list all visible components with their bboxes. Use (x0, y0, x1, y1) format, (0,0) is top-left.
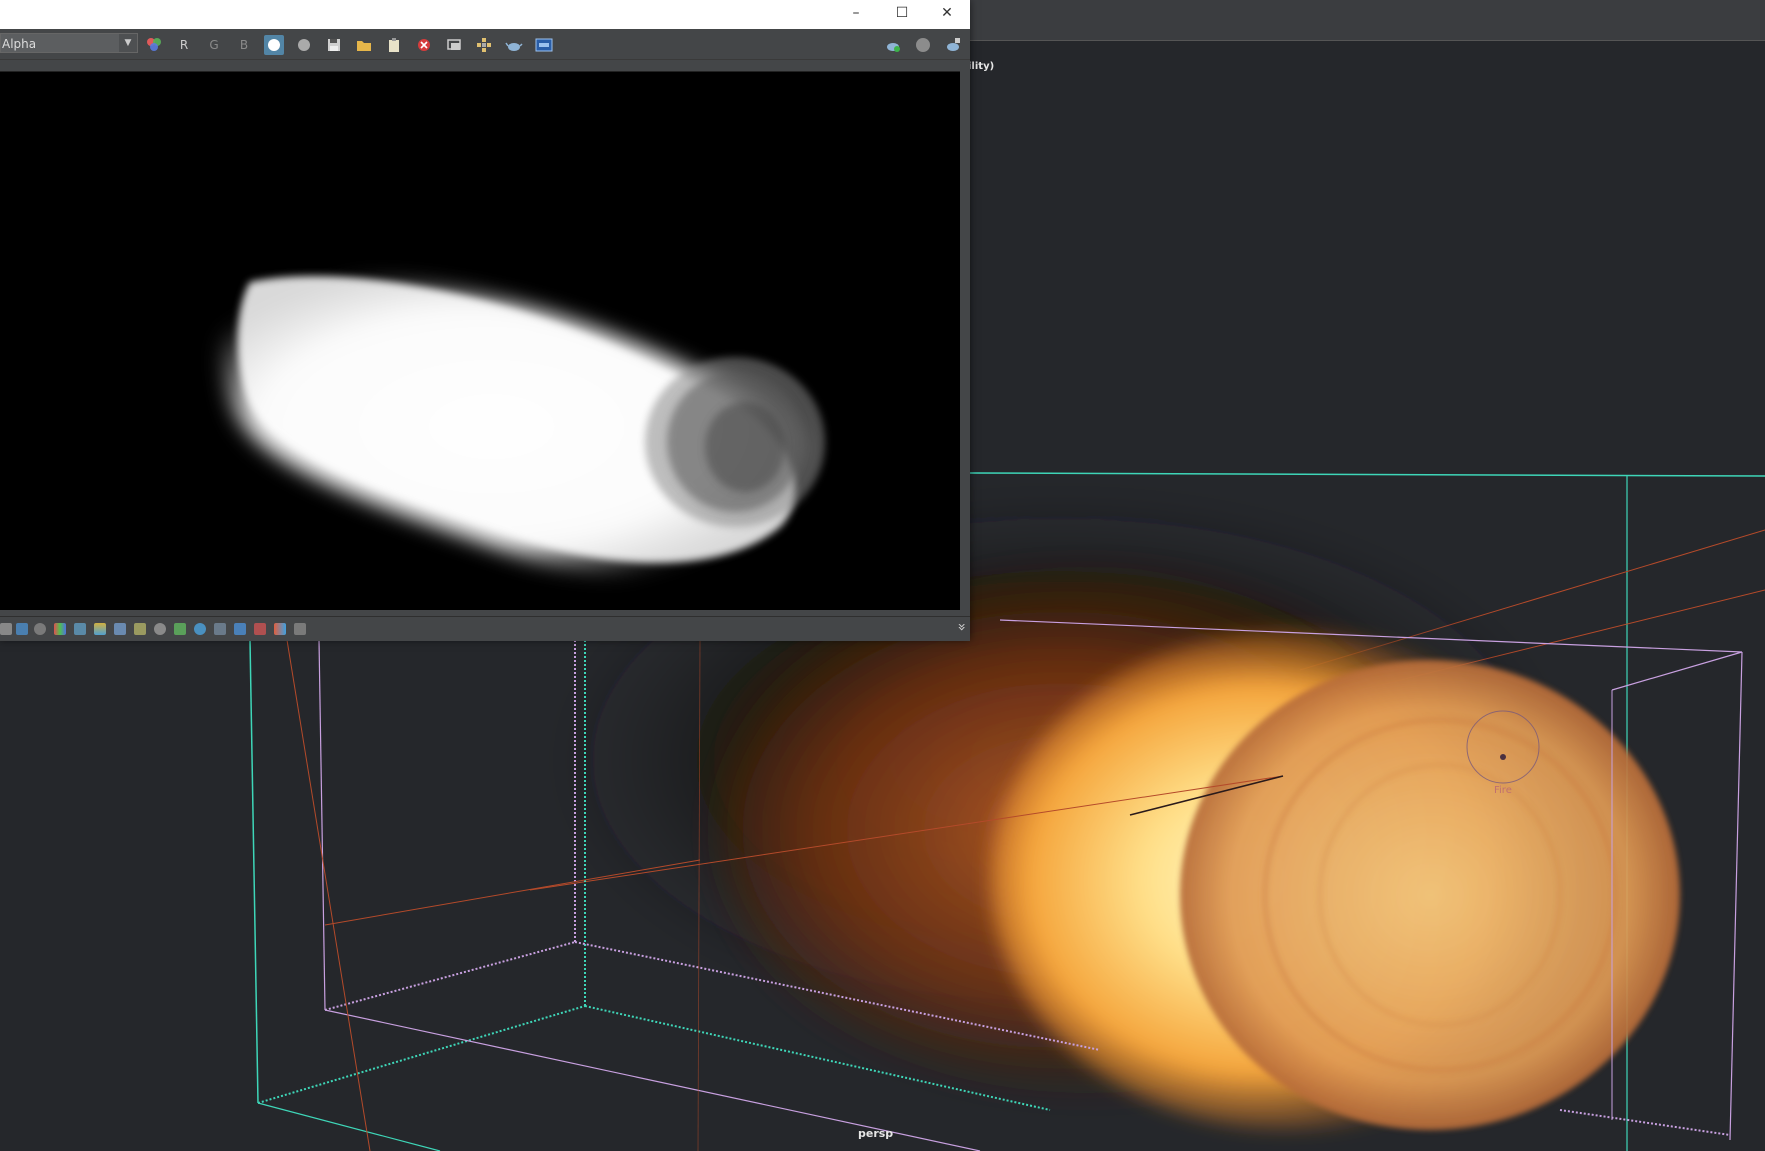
stop-render-icon[interactable] (913, 35, 933, 55)
bbox-top-edge (969, 472, 1765, 477)
bbox-edge-pink (1611, 651, 1743, 691)
gear-icon[interactable] (154, 623, 166, 635)
remove-image-icon[interactable] (414, 35, 434, 55)
bbox-edge-pink-ticked (324, 941, 576, 1011)
bbox-edge-pink (318, 639, 326, 1011)
fire-node-label: Fire (1494, 785, 1512, 796)
render-settings-icon[interactable] (943, 35, 963, 55)
red-channel-button[interactable]: R (174, 35, 194, 55)
render-view-window: – ☐ ✕ Alpha ▼ R G B » (0, 0, 970, 641)
open-folder-icon[interactable] (354, 35, 374, 55)
minimize-button[interactable]: – (833, 0, 879, 29)
render-bottom-toolbar: » (0, 616, 970, 641)
ipr-teapot-icon[interactable] (883, 35, 903, 55)
alpha-render-image (220, 276, 825, 578)
image-icon[interactable] (174, 623, 186, 635)
render-canvas[interactable] (0, 71, 960, 610)
snapshot-icon[interactable] (444, 35, 464, 55)
clipboard-icon[interactable] (384, 35, 404, 55)
bbox-edge (249, 639, 259, 1104)
fire-front (1180, 660, 1680, 1130)
luminance-button[interactable] (294, 35, 314, 55)
color-bars-icon[interactable] (54, 623, 66, 635)
red-axis-line (286, 639, 371, 1151)
expand-toolbar-icon[interactable]: » (954, 623, 970, 632)
bbox-edge-pink (1729, 651, 1743, 1141)
alpha-channel-button[interactable] (264, 35, 284, 55)
front-ring-center (705, 402, 785, 492)
bbox-edge-ticked (257, 1005, 586, 1104)
compare-icon[interactable] (254, 623, 266, 635)
bbox-edge-pink-ticked (1559, 1109, 1731, 1136)
rgb-channels-icon[interactable] (144, 35, 164, 55)
bbox-edge (257, 1102, 441, 1151)
camera-label: persp (858, 1127, 894, 1140)
checker-icon[interactable] (134, 623, 146, 635)
emitter-center (1500, 754, 1506, 760)
teapot-render-icon[interactable] (504, 35, 524, 55)
sphere-icon[interactable] (234, 623, 246, 635)
chevron-down-icon: ▼ (119, 34, 137, 52)
graph-icon[interactable] (114, 623, 126, 635)
region-render-icon[interactable] (474, 35, 494, 55)
channel-dropdown[interactable]: Alpha ▼ (0, 33, 138, 53)
curve-icon[interactable] (194, 623, 206, 635)
save-icon[interactable] (324, 35, 344, 55)
green-channel-button[interactable]: G (204, 35, 224, 55)
partial-header-text: ility) (968, 61, 995, 72)
grid-icon[interactable] (214, 623, 226, 635)
blue-channel-button[interactable]: B (234, 35, 254, 55)
maximize-button[interactable]: ☐ (879, 0, 925, 29)
close-button[interactable]: ✕ (924, 0, 970, 29)
channel-dropdown-value: Alpha (2, 37, 37, 51)
crop-icon[interactable] (294, 623, 306, 635)
render-toolbar: Alpha ▼ R G B (0, 29, 970, 60)
display-icon[interactable] (16, 623, 28, 635)
info-icon[interactable] (34, 623, 46, 635)
histogram-icon[interactable] (74, 623, 86, 635)
window-titlebar[interactable]: – ☐ ✕ (0, 0, 970, 29)
lut-icon[interactable] (94, 623, 106, 635)
ipr-display-icon[interactable] (534, 35, 554, 55)
layer-icon[interactable] (0, 623, 12, 635)
split-icon[interactable] (274, 623, 286, 635)
